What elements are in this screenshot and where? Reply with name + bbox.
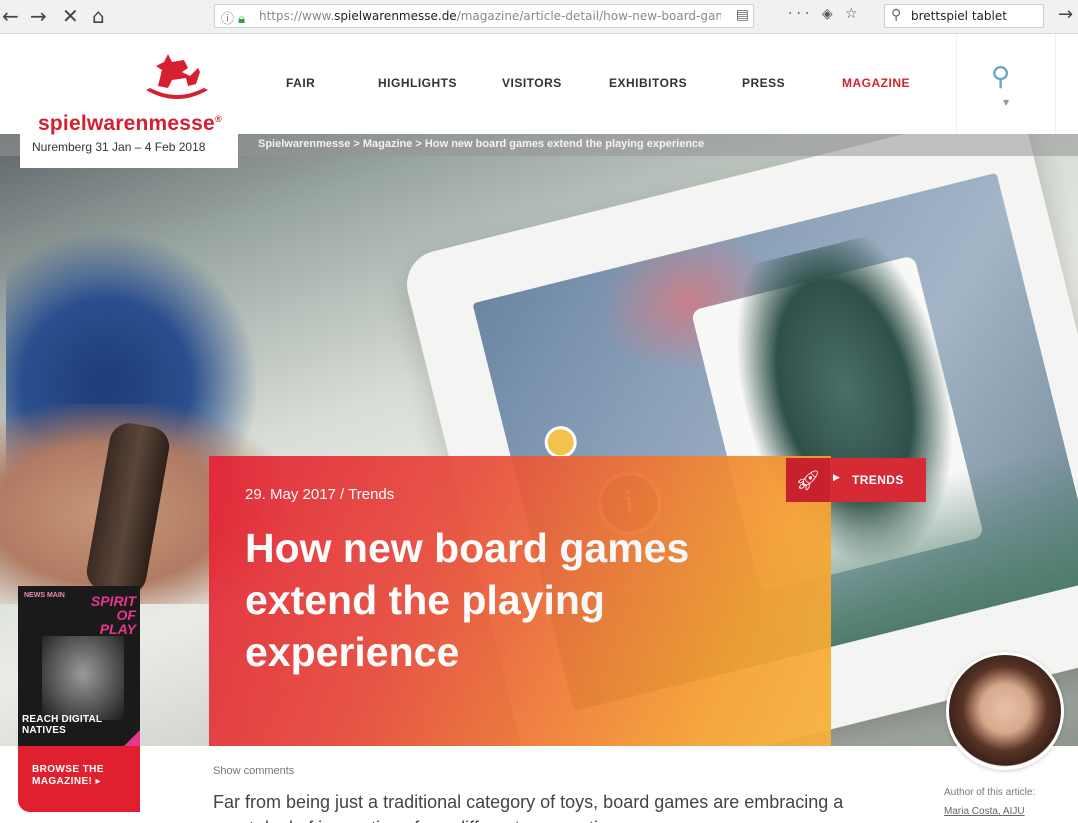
bookmark-star-icon[interactable]: ☆ xyxy=(845,6,862,22)
article-headline: How new board games extend the playing e… xyxy=(245,525,690,675)
cover-title: SPIRIT OF PLAY xyxy=(90,593,136,637)
headline-panel: 29. May 2017 / Trends How new board game… xyxy=(209,456,831,746)
chevron-right-icon: ▶ xyxy=(833,473,840,483)
logo[interactable]: spielwarenmesse® Nuremberg 31 Jan – 4 Fe… xyxy=(20,34,238,168)
search-icon: ⚲ xyxy=(891,7,902,23)
author-label: Author of this article: xyxy=(944,787,1036,798)
url-text[interactable]: https://www.spielwarenmesse.de/magazine/… xyxy=(259,9,721,23)
cover-corner xyxy=(124,730,140,746)
url-prefix: https://www. xyxy=(259,9,335,23)
rocket-icon: 🚀︎ xyxy=(786,458,830,502)
nav-highlights[interactable]: HIGHLIGHTS xyxy=(378,76,457,90)
lock-icon: 🔒︎ xyxy=(238,12,246,27)
browse-magazine-label: BROWSE THE MAGAZINE! ▸ xyxy=(32,764,104,787)
pocket-icon[interactable]: ◈ xyxy=(822,6,837,22)
chevron-down-icon: ▼ xyxy=(1003,98,1010,107)
logo-wordmark: spielwarenmesse® xyxy=(38,112,222,136)
url-domain: spielwarenmesse.de xyxy=(334,9,457,23)
nav-exhibitors[interactable]: EXHIBITORS xyxy=(609,76,687,90)
url-path: /magazine/article-detail/how-new-board-g… xyxy=(456,9,721,23)
search-query[interactable]: brettspiel tablet xyxy=(911,9,1007,23)
breadcrumb[interactable]: Spielwarenmesse > Magazine > How new boa… xyxy=(258,138,704,150)
reader-view-icon[interactable]: ▤ xyxy=(736,7,749,23)
author-name-link[interactable]: Maria Costa, AIJU xyxy=(944,806,1025,817)
nav-visitors[interactable]: VISITORS xyxy=(502,76,562,90)
address-bar[interactable]: ⓘ 🔒︎ https://www.spielwarenmesse.de/maga… xyxy=(214,4,754,28)
category-tag-trends[interactable]: 🚀︎ ▶ TRENDS xyxy=(786,458,926,502)
forward-icon[interactable]: → xyxy=(30,4,47,28)
cover-photo xyxy=(42,636,124,720)
nav-press[interactable]: PRESS xyxy=(742,76,785,90)
more-actions-icon[interactable]: ··· xyxy=(788,6,813,22)
search-icon: ⚲ xyxy=(991,62,1011,92)
nav-magazine[interactable]: MAGAZINE xyxy=(842,76,910,90)
cover-cta: REACH DIGITAL NATIVES xyxy=(22,714,103,736)
search-go-icon[interactable]: → xyxy=(1058,4,1073,25)
browse-magazine-button[interactable]: BROWSE THE MAGAZINE! ▸ xyxy=(18,746,140,812)
rocking-horse-icon xyxy=(146,54,208,99)
article-lead: Far from being just a traditional catego… xyxy=(213,792,844,823)
author-avatar[interactable] xyxy=(946,652,1064,770)
back-icon[interactable]: ← xyxy=(2,4,19,28)
fair-dates: Nuremberg 31 Jan – 4 Feb 2018 xyxy=(32,140,206,154)
logo-name-text: spielwarenmesse xyxy=(38,112,215,135)
logo-registered: ® xyxy=(214,114,222,124)
page-actions[interactable]: ··· ◈ ☆ xyxy=(788,6,862,22)
site-info-icon[interactable]: ⓘ 🔒︎ xyxy=(221,8,245,27)
stop-icon[interactable]: ✕ xyxy=(62,4,79,28)
show-comments-link[interactable]: Show comments xyxy=(213,765,294,777)
magazine-cover[interactable]: NEWS MAIN SPIRIT OF PLAY REACH DIGITAL N… xyxy=(18,586,140,746)
browser-toolbar: ← → ✕ ⌂ ⓘ 🔒︎ https://www.spielwarenmesse… xyxy=(0,0,1078,34)
category-tag-label: TRENDS xyxy=(852,473,904,487)
site-search-button[interactable]: ⚲ ▼ xyxy=(956,34,1056,134)
page: ← → ✕ ⌂ ⓘ 🔒︎ https://www.spielwarenmesse… xyxy=(0,0,1078,823)
article-date-category: 29. May 2017 / Trends xyxy=(245,486,395,503)
home-icon[interactable]: ⌂ xyxy=(92,4,105,28)
cover-teaser: NEWS MAIN xyxy=(24,592,65,599)
nav-fair[interactable]: FAIR xyxy=(286,76,315,90)
search-bar[interactable]: ⚲ brettspiel tablet xyxy=(884,4,1044,28)
